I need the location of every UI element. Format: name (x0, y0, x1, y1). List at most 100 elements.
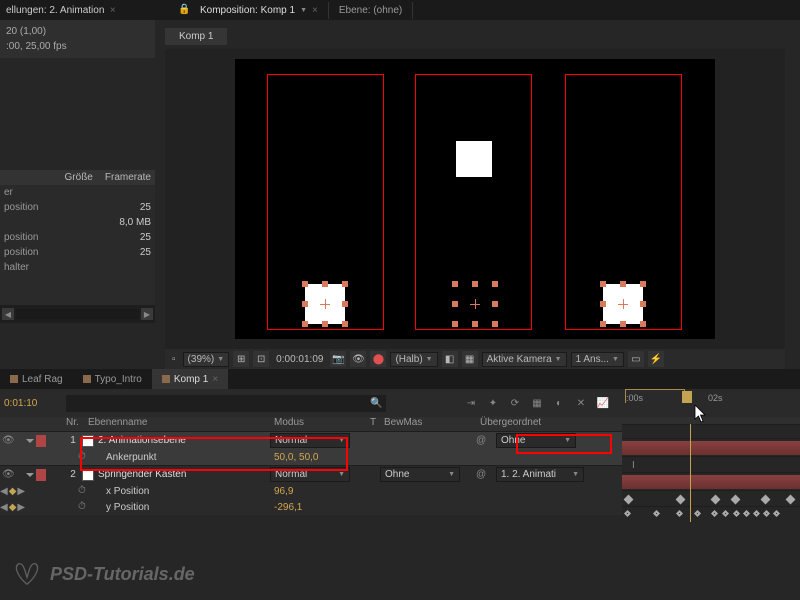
keyframe-icon[interactable] (711, 495, 721, 505)
col-framerate[interactable]: Framerate (105, 172, 151, 183)
timeline-tab-1[interactable]: Leaf Rag (0, 369, 73, 389)
prev-key-icon[interactable]: ◀ (0, 486, 8, 497)
zoom-dropdown[interactable]: (39%)▼ (183, 352, 230, 367)
col-size[interactable]: Größe (65, 172, 93, 183)
keyframe-hold-icon[interactable] (773, 510, 780, 517)
col-trackmatte-t[interactable]: T (370, 417, 384, 431)
parent-dropdown[interactable]: 1. 2. Animati▼ (496, 467, 584, 482)
anchor-point-icon[interactable] (618, 299, 628, 309)
next-key-icon[interactable]: ▶ (17, 486, 25, 497)
resolution-dropdown[interactable]: (Halb)▼ (390, 352, 437, 367)
keyframe-hold-icon[interactable] (676, 510, 683, 517)
anchor-point-icon[interactable] (470, 299, 480, 309)
keyframe-hold-icon[interactable] (711, 510, 718, 517)
twirl-down-icon[interactable] (26, 439, 34, 443)
keyframe-icon[interactable] (731, 495, 741, 505)
col-layer-name[interactable]: Ebenenname (84, 417, 274, 431)
time-ruler[interactable]: :00s 02s (622, 389, 800, 417)
keyframe-hold-icon[interactable] (743, 510, 750, 517)
color-label[interactable] (36, 435, 46, 447)
keyframe-diamond-icon[interactable]: ◆ (9, 486, 17, 497)
keyframe-icon[interactable] (786, 495, 796, 505)
search-input[interactable] (66, 395, 386, 412)
fast-preview-icon[interactable]: ⚡ (648, 351, 664, 367)
prev-key-icon[interactable]: ◀ (0, 502, 8, 513)
composition-panel-tab[interactable]: Komposition: Komp 1 ▼ × (190, 2, 329, 19)
pixel-aspect-icon[interactable]: ▭ (628, 351, 644, 367)
layer-name-text[interactable]: Springender Kasten (98, 469, 186, 480)
views-dropdown[interactable]: 1 Ans...▼ (571, 352, 624, 367)
col-parent[interactable]: Übergeordnet (480, 417, 600, 431)
snapshot-icon[interactable]: 📷 (330, 351, 346, 367)
parent-dropdown[interactable]: Ohne▼ (496, 433, 576, 448)
keyframe-hold-icon[interactable] (624, 510, 631, 517)
active-camera-dropdown[interactable]: Aktive Kamera▼ (482, 352, 567, 367)
pickwhip-icon[interactable]: @ (476, 469, 486, 480)
timecode-display[interactable]: 0:00:01:09 (273, 353, 326, 366)
layer-bar-1[interactable] (622, 441, 800, 455)
twirl-down-icon[interactable] (26, 473, 34, 477)
stopwatch-icon[interactable]: ⏱ (78, 485, 90, 497)
color-label[interactable] (36, 469, 46, 481)
horizontal-scrollbar[interactable]: ◀ ▶ (0, 305, 155, 323)
channels-icon[interactable]: ⬤ (370, 351, 386, 367)
col-trackmatte[interactable]: BewMas (384, 417, 480, 431)
keyframe-diamond-icon[interactable]: ◆ (9, 502, 17, 513)
scroll-right-icon[interactable]: ▶ (141, 308, 153, 320)
current-time-indicator[interactable] (690, 424, 691, 522)
timeline-tab-2[interactable]: Typo_Intro (73, 369, 152, 389)
close-icon[interactable]: × (212, 374, 218, 385)
resolution-icon[interactable]: ⊞ (233, 351, 249, 367)
dropdown-arrow-icon[interactable]: ▼ (300, 7, 307, 14)
anchor-point-icon[interactable] (320, 299, 330, 309)
frame-blend-icon[interactable]: ▦ (528, 394, 546, 412)
visibility-icon[interactable]: 👁 (2, 435, 15, 446)
layer-panel-tab[interactable]: Ebene: (ohne) (329, 2, 413, 19)
blend-mode-dropdown[interactable]: Normal▼ (270, 433, 350, 448)
blend-mode-dropdown[interactable]: Normal▼ (270, 467, 350, 482)
trackmatte-dropdown[interactable]: Ohne▼ (380, 467, 460, 482)
col-mode[interactable]: Modus (274, 417, 370, 431)
col-num[interactable]: Nr. (66, 417, 84, 431)
stopwatch-icon[interactable]: ⏱ (78, 451, 90, 463)
roi-icon[interactable]: ◧ (442, 351, 458, 367)
draft-3d-icon[interactable]: ✦ (484, 394, 502, 412)
settings-tab[interactable]: ellungen: 2. Animation × (0, 2, 122, 19)
zoom-square-icon[interactable]: ▫ (169, 353, 179, 366)
keyframe-hold-icon[interactable] (694, 510, 701, 517)
pickwhip-icon[interactable]: @ (476, 435, 486, 446)
layer-name-text[interactable]: 2. Animationsebene (98, 435, 186, 446)
graph-editor-icon[interactable]: 📈 (594, 394, 612, 412)
property-value[interactable]: 96,9 (274, 486, 293, 497)
keyframe-hold-icon[interactable] (763, 510, 770, 517)
timeline-tracks[interactable]: I (622, 424, 800, 522)
selected-layer-2[interactable] (455, 284, 495, 324)
transparency-grid-icon[interactable]: ▦ (462, 351, 478, 367)
scroll-left-icon[interactable]: ◀ (2, 308, 14, 320)
safe-zones-icon[interactable]: ⊡ (253, 351, 269, 367)
keyframe-hold-icon[interactable] (733, 510, 740, 517)
keyframe-icon[interactable] (761, 495, 771, 505)
lock-icon[interactable]: 🔒 (178, 4, 190, 15)
comp-mini-flowchart-icon[interactable]: ⇥ (462, 394, 480, 412)
motion-blur-icon[interactable]: ◐ (550, 394, 568, 412)
keyframe-icon[interactable] (624, 495, 634, 505)
property-value[interactable]: -296,1 (274, 502, 302, 513)
selected-layer-1[interactable] (305, 284, 345, 324)
keyframe-hold-icon[interactable] (753, 510, 760, 517)
selected-layer-3[interactable] (603, 284, 643, 324)
keyframe-hold-icon[interactable] (722, 510, 729, 517)
visibility-icon[interactable]: 👁 (2, 469, 15, 480)
next-key-icon[interactable]: ▶ (17, 502, 25, 513)
close-icon[interactable]: × (110, 5, 116, 16)
shy-icon[interactable]: ⟳ (506, 394, 524, 412)
composition-viewer[interactable] (165, 49, 785, 349)
cti-head[interactable] (682, 391, 692, 403)
keyframe-icon[interactable] (676, 495, 686, 505)
property-value[interactable]: 50,0, 50,0 (274, 452, 318, 463)
layer-bar-2[interactable] (622, 475, 800, 489)
stopwatch-icon[interactable]: ⏱ (78, 501, 90, 513)
keyframe-hold-icon[interactable] (653, 510, 660, 517)
timeline-tab-3[interactable]: Komp 1× (152, 369, 228, 389)
comp-tab[interactable]: Komp 1 (165, 28, 227, 45)
